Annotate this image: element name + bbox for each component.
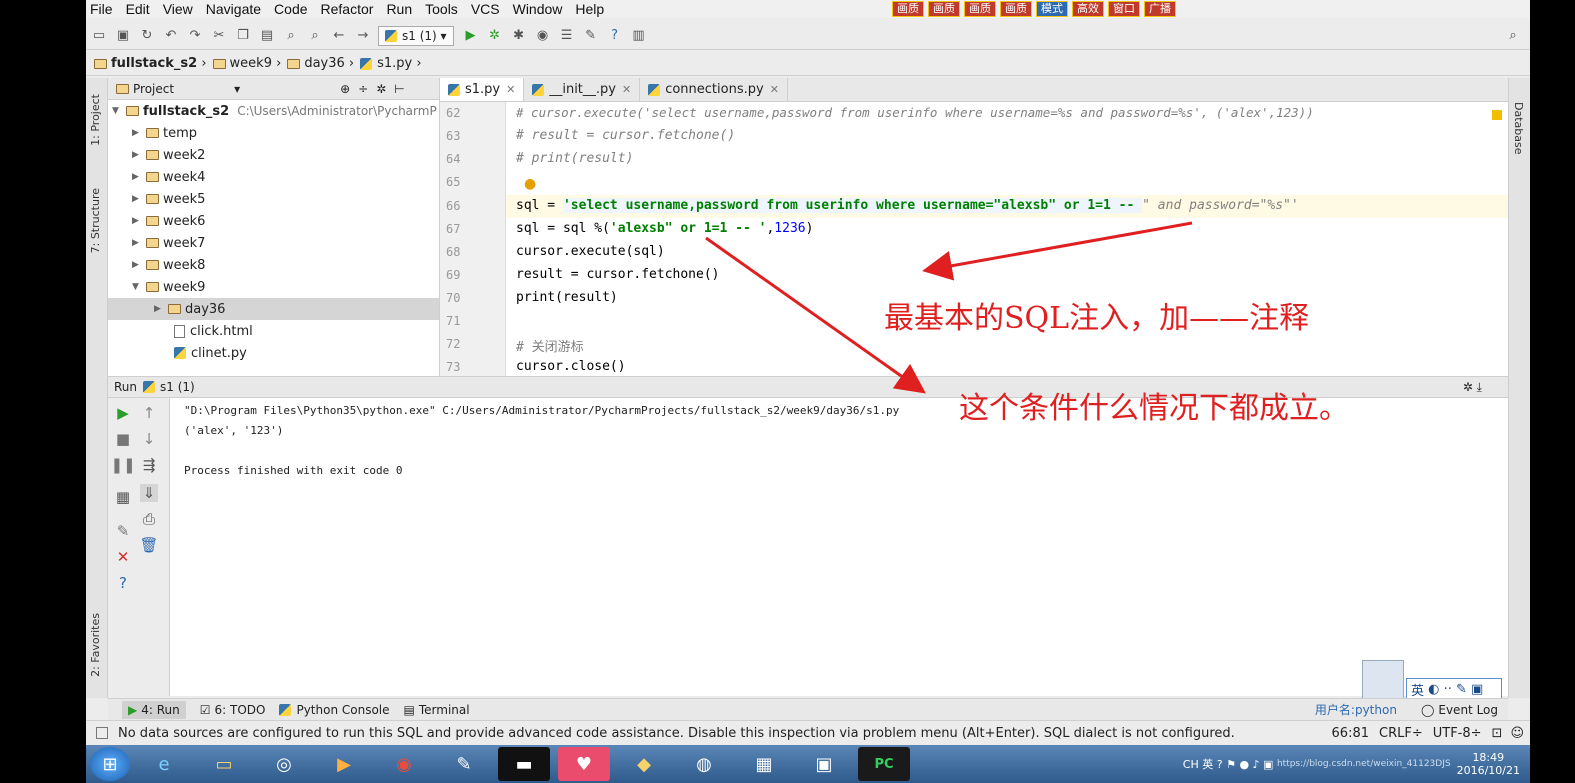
- cmd-icon[interactable]: ▬: [498, 747, 550, 781]
- windows-taskbar: ⊞ e ▭ ◎ ▶ ◉ ✎ ▬ ♥ ◆ ◍ ▦ ▣ PC CH 英 ? ⚑ ● …: [86, 745, 1530, 783]
- explorer-icon[interactable]: ▭: [198, 747, 250, 781]
- pycharm-window: File Edit View Navigate Code Refactor Ru…: [86, 0, 1530, 745]
- media-player-icon[interactable]: ▶: [318, 747, 370, 781]
- browser-icon[interactable]: ◎: [258, 747, 310, 781]
- clock[interactable]: 18:49 2016/10/21: [1457, 751, 1520, 777]
- letterbox-right: [1530, 0, 1575, 783]
- system-icon[interactable]: ▣: [798, 747, 850, 781]
- system-tray: CH 英 ? ⚑ ● ♪ ▣ https://blog.csdn.net/wei…: [1183, 751, 1520, 777]
- app-icon[interactable]: ♥: [558, 747, 610, 781]
- start-button[interactable]: ⊞: [90, 747, 130, 781]
- annotation-arrow-1: [922, 221, 1193, 281]
- screen-recorder-icon[interactable]: ◍: [678, 747, 730, 781]
- tray-icons[interactable]: ? ⚑ ● ♪ ▣: [1217, 758, 1274, 771]
- remote-desktop-icon[interactable]: ▦: [738, 747, 790, 781]
- annotation-condition-always-true: 这个条件什么情况下都成立。: [959, 391, 1349, 426]
- notes-icon[interactable]: ◆: [618, 747, 670, 781]
- annotation-arrows: [705, 221, 1193, 394]
- editor-icon[interactable]: ✎: [438, 747, 490, 781]
- annotation-sql-injection: 最基本的SQL注入，加——注释: [884, 301, 1310, 336]
- tray-lang[interactable]: CH: [1183, 758, 1199, 771]
- pycharm-icon[interactable]: PC: [858, 747, 910, 781]
- watermark: https://blog.csdn.net/weixin_41123DJS: [1276, 759, 1451, 769]
- chrome-icon[interactable]: ◉: [378, 747, 430, 781]
- ie-icon[interactable]: e: [138, 747, 190, 781]
- tray-ime[interactable]: 英: [1202, 756, 1213, 772]
